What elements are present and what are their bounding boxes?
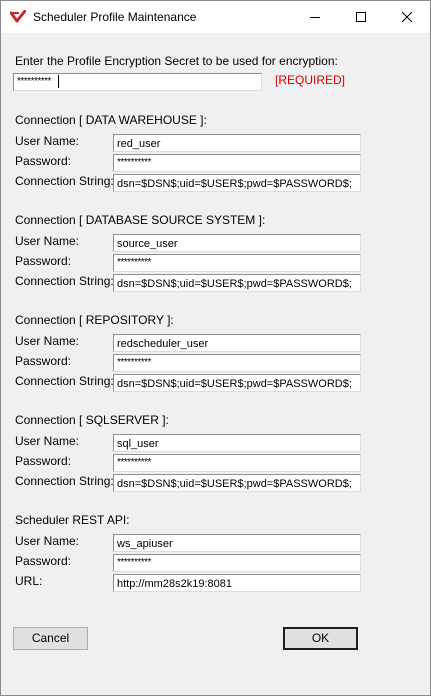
maximize-icon	[356, 12, 366, 22]
rest-api-header: Scheduler REST API:	[15, 513, 130, 527]
window-title: Scheduler Profile Maintenance	[33, 10, 197, 24]
connection-header: Connection [ REPOSITORY ]:	[15, 313, 174, 327]
minimize-button[interactable]	[292, 1, 338, 33]
ok-button[interactable]: OK	[283, 627, 358, 650]
password-input[interactable]: **********	[113, 354, 361, 372]
connection-header: Connection [ DATABASE SOURCE SYSTEM ]:	[15, 213, 266, 227]
title-bar[interactable]: Scheduler Profile Maintenance	[1, 1, 430, 33]
api-password-input[interactable]: **********	[113, 554, 361, 572]
connection-string-label: Connection String:	[15, 174, 114, 188]
connection-string-label: Connection String:	[15, 274, 114, 288]
secret-input[interactable]: **********	[13, 73, 262, 91]
text-caret	[58, 75, 59, 88]
user-name-label: User Name:	[15, 434, 80, 448]
connection-string-label: Connection String:	[15, 374, 114, 388]
password-value: **********	[117, 457, 151, 468]
password-label: Password:	[15, 154, 72, 168]
minimize-icon	[310, 17, 320, 18]
user-name-label: User Name:	[15, 334, 80, 348]
user-name-value: redscheduler_user	[117, 338, 209, 350]
password-value: **********	[117, 357, 151, 368]
user-name-label: User Name:	[15, 534, 80, 548]
connection-string-label: Connection String:	[15, 474, 114, 488]
connection-string-value: dsn=$DSN$;uid=$USER$;pwd=$PASSWORD$;	[117, 178, 352, 190]
user-name-input[interactable]: source_user	[113, 234, 361, 252]
url-label: URL:	[15, 574, 43, 588]
user-name-value: sql_user	[117, 438, 159, 450]
connection-string-input[interactable]: dsn=$DSN$;uid=$USER$;pwd=$PASSWORD$;	[113, 474, 361, 492]
secret-prompt: Enter the Profile Encryption Secret to b…	[15, 54, 338, 68]
required-label: [REQUIRED]	[275, 73, 346, 87]
scheduler-app-icon	[9, 9, 27, 24]
password-value: **********	[117, 157, 151, 168]
secret-value: **********	[17, 76, 51, 87]
url-value: http://mm28s2k19:8081	[117, 578, 232, 590]
password-input[interactable]: **********	[113, 454, 361, 472]
connection-string-input[interactable]: dsn=$DSN$;uid=$USER$;pwd=$PASSWORD$;	[113, 374, 361, 392]
url-input[interactable]: http://mm28s2k19:8081	[113, 574, 361, 592]
password-input[interactable]: **********	[113, 154, 361, 172]
api-password-value: **********	[117, 557, 151, 568]
user-name-input[interactable]: sql_user	[113, 434, 361, 452]
connection-string-value: dsn=$DSN$;uid=$USER$;pwd=$PASSWORD$;	[117, 278, 352, 290]
connection-string-value: dsn=$DSN$;uid=$USER$;pwd=$PASSWORD$;	[117, 478, 352, 490]
close-icon	[401, 11, 413, 23]
password-label: Password:	[15, 454, 72, 468]
password-label: Password:	[15, 354, 72, 368]
api-user-name-input[interactable]: ws_apiuser	[113, 534, 361, 552]
api-user-name-value: ws_apiuser	[117, 538, 173, 550]
user-name-label: User Name:	[15, 234, 80, 248]
user-name-label: User Name:	[15, 134, 80, 148]
connection-string-input[interactable]: dsn=$DSN$;uid=$USER$;pwd=$PASSWORD$;	[113, 274, 361, 292]
connection-string-input[interactable]: dsn=$DSN$;uid=$USER$;pwd=$PASSWORD$;	[113, 174, 361, 192]
close-button[interactable]	[384, 1, 430, 33]
connection-header: Connection [ DATA WAREHOUSE ]:	[15, 113, 207, 127]
user-name-input[interactable]: red_user	[113, 134, 361, 152]
user-name-input[interactable]: redscheduler_user	[113, 334, 361, 352]
dialog-window: Scheduler Profile Maintenance Enter the …	[0, 0, 431, 696]
connection-header: Connection [ SQLSERVER ]:	[15, 413, 169, 427]
password-label: Password:	[15, 254, 72, 268]
password-label: Password:	[15, 554, 72, 568]
user-name-value: red_user	[117, 138, 161, 150]
maximize-button[interactable]	[338, 1, 384, 33]
connection-string-value: dsn=$DSN$;uid=$USER$;pwd=$PASSWORD$;	[117, 378, 352, 390]
cancel-button[interactable]: Cancel	[13, 627, 88, 650]
password-value: **********	[117, 257, 151, 268]
password-input[interactable]: **********	[113, 254, 361, 272]
user-name-value: source_user	[117, 238, 178, 250]
